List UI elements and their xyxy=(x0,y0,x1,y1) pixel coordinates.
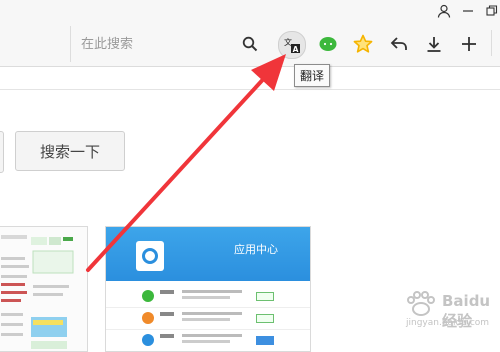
paw-logo-icon xyxy=(407,291,435,316)
baidu-watermark: Baidu经验 jingyan.baidu.com xyxy=(402,290,498,334)
watermark-url: jingyan.baidu.com xyxy=(406,318,490,328)
